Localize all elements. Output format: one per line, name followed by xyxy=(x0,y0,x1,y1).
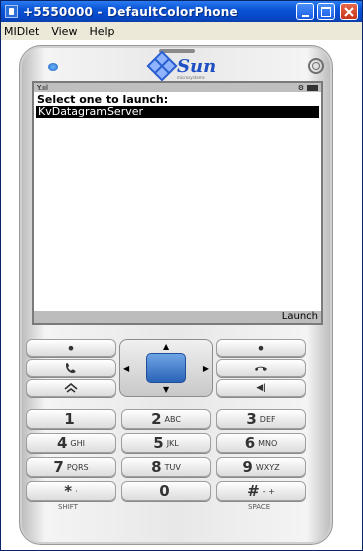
led-indicator xyxy=(48,63,58,71)
power-button[interactable] xyxy=(308,58,324,74)
key-star[interactable]: * · xyxy=(26,481,116,501)
midlet-list-item[interactable]: KvDatagramServer xyxy=(36,106,319,118)
status-bar: Y.ııl ⚙ xyxy=(34,83,321,92)
key-3[interactable]: 3 DEF xyxy=(216,409,306,429)
minimize-button[interactable] xyxy=(296,3,314,20)
title-bar[interactable]: +5550000 - DefaultColorPhone xyxy=(1,1,362,22)
home-icon xyxy=(64,383,78,393)
brand-subtext: microsystems xyxy=(177,75,205,80)
maximize-button[interactable] xyxy=(317,3,335,20)
menu-view[interactable]: View xyxy=(51,25,77,38)
softkey-right-label[interactable]: Launch xyxy=(282,311,318,322)
key-1[interactable]: 1 xyxy=(26,409,116,429)
phone-screen: Y.ııl ⚙ Select one to launch: KvDatagram… xyxy=(32,81,323,325)
key-2[interactable]: 2 ABC xyxy=(121,409,211,429)
battery-icon xyxy=(307,85,318,91)
key-hash[interactable]: # - + xyxy=(216,481,306,501)
app-icon xyxy=(5,5,18,18)
sun-logo-icon xyxy=(146,50,178,82)
key-0[interactable]: 0 xyxy=(121,481,211,501)
brand-text: Sun xyxy=(177,55,217,77)
clear-icon: ◀ǀ xyxy=(256,383,266,393)
right-arrow-icon: ▶ xyxy=(202,364,209,373)
window-title: +5550000 - DefaultColorPhone xyxy=(23,4,238,19)
brand-logo: Sun microsystems xyxy=(146,50,217,82)
menu-help[interactable]: Help xyxy=(89,25,114,38)
keypad: • ▲ ◀ ▶ ▼ • ◀ǀ 1 2 ABC 3 DEF 4 GHI 5 JKL 6 MN… xyxy=(26,339,324,544)
status-indicators: ⚙ xyxy=(298,84,318,92)
space-label: SPACE xyxy=(248,503,271,511)
home-key[interactable] xyxy=(26,379,116,397)
right-softkey[interactable]: • xyxy=(216,339,306,358)
phone-top: Sun microsystems xyxy=(20,46,334,82)
dpad-select[interactable] xyxy=(146,353,186,383)
down-arrow-icon: ▼ xyxy=(163,385,170,394)
window: +5550000 - DefaultColorPhone MIDlet View… xyxy=(0,0,363,551)
phone-icon xyxy=(66,363,76,373)
hangup-icon xyxy=(255,366,267,371)
end-key[interactable] xyxy=(216,359,306,377)
key-5[interactable]: 5 JKL xyxy=(121,433,211,453)
key-9[interactable]: 9 WXYZ xyxy=(216,457,306,477)
signal-icon: Y.ııl xyxy=(37,84,48,92)
left-softkey[interactable]: • xyxy=(26,339,116,358)
clear-key[interactable]: ◀ǀ xyxy=(216,379,306,397)
key-4[interactable]: 4 GHI xyxy=(26,433,116,453)
dpad[interactable]: ▲ ◀ ▶ ▼ xyxy=(119,339,213,397)
key-6[interactable]: 6 MNO xyxy=(216,433,306,453)
key-8[interactable]: 8 TUV xyxy=(121,457,211,477)
softkey-bar: Launch xyxy=(34,311,321,323)
call-key[interactable] xyxy=(26,359,116,377)
left-arrow-icon: ◀ xyxy=(123,364,130,373)
close-icon xyxy=(344,6,354,17)
up-arrow-icon: ▲ xyxy=(163,342,170,351)
menu-bar: MIDlet View Help xyxy=(1,22,362,40)
key-7[interactable]: 7 PQRS xyxy=(26,457,116,477)
network-icon: ⚙ xyxy=(297,84,304,92)
close-button[interactable] xyxy=(340,3,358,20)
menu-midlet[interactable]: MIDlet xyxy=(4,25,39,38)
shift-label: SHIFT xyxy=(58,503,78,511)
